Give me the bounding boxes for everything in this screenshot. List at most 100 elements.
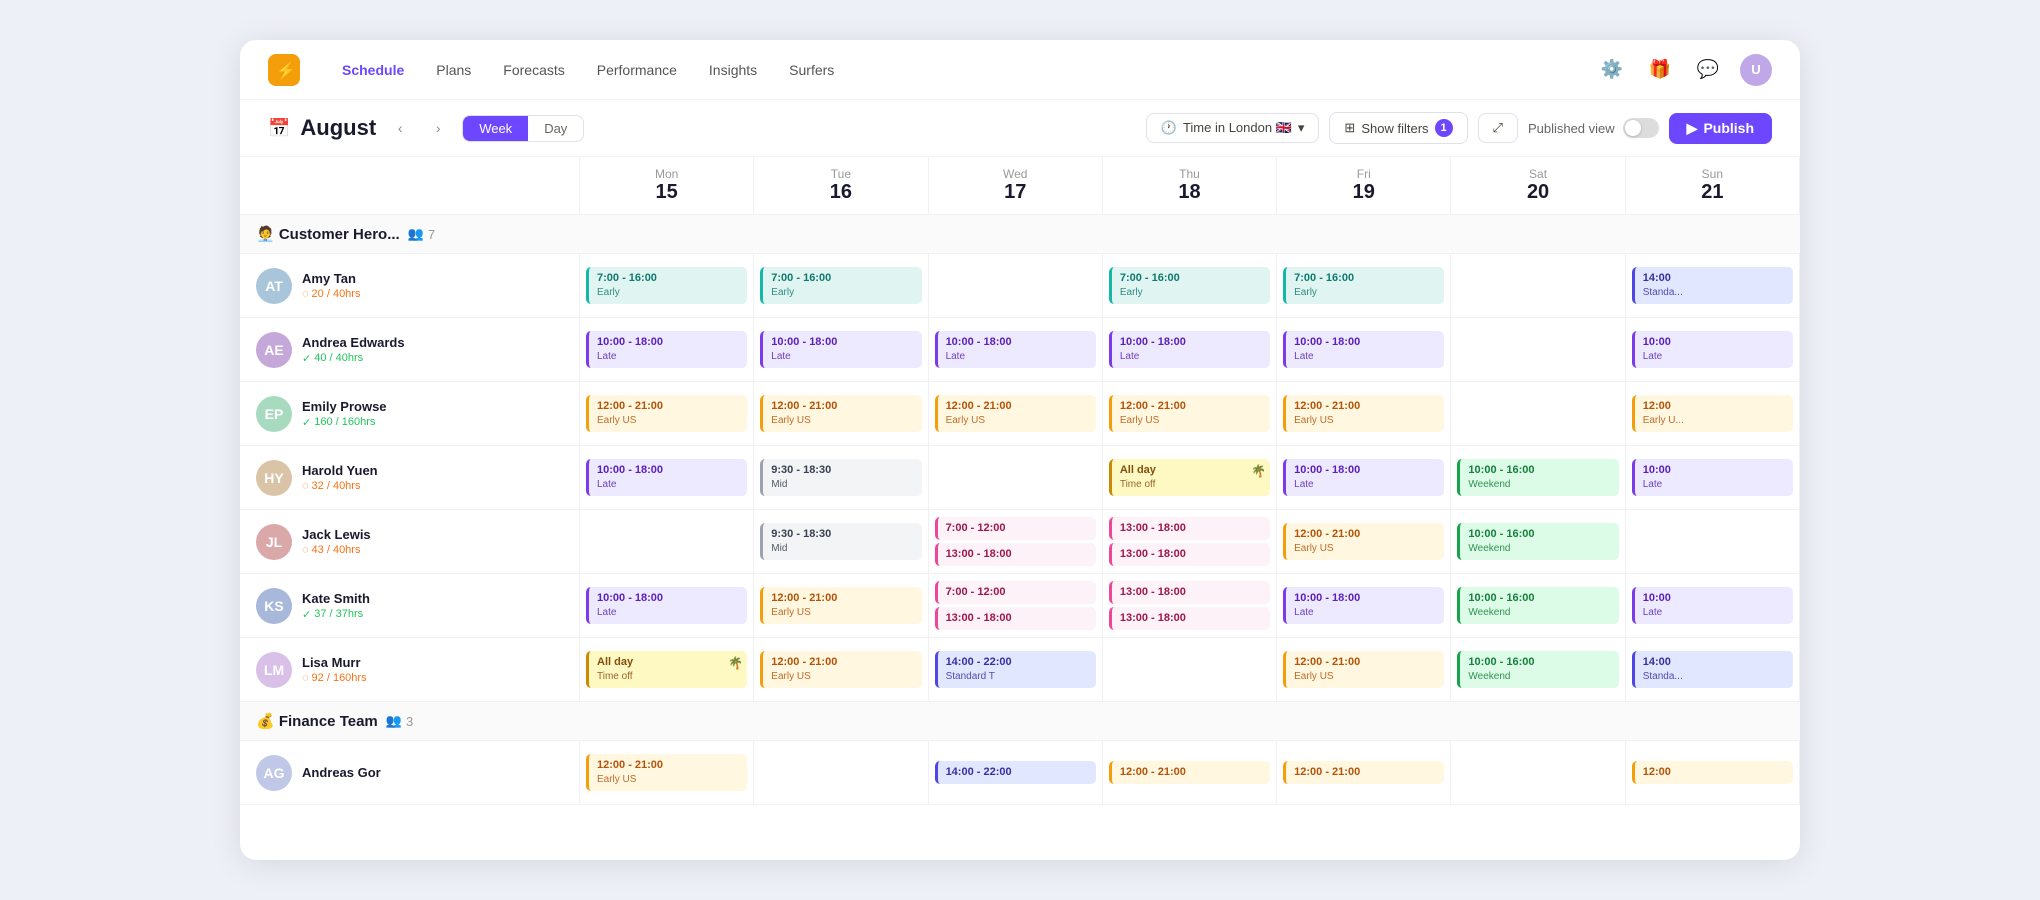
person-details-0-5: Kate Smith ✓ 37 / 37hrs (302, 591, 370, 621)
day-cell-0-0-3: 7:00 - 16:00Early (1103, 254, 1277, 317)
nav-schedule[interactable]: Schedule (328, 56, 418, 84)
day-cell-0-2-6: 12:00Early U... (1626, 382, 1800, 445)
person-name-0-6: Lisa Murr (302, 655, 367, 670)
nav-right: ⚙️ 🎁 💬 U (1596, 54, 1772, 86)
shift-block[interactable]: 10:00Late (1632, 587, 1793, 624)
shift-block[interactable]: 10:00 - 18:00Late (935, 331, 1096, 368)
shift-block[interactable]: 14:00Standa... (1632, 267, 1793, 304)
day-cell-0-6-5: 10:00 - 16:00Weekend (1451, 638, 1625, 701)
shift-block[interactable]: 10:00Late (1632, 459, 1793, 496)
shift-block[interactable]: 14:00 - 22:00Standard T (935, 651, 1096, 688)
shift-block[interactable]: 10:00 - 16:00Weekend (1457, 459, 1618, 496)
shift-block[interactable]: 13:00 - 18:00 (1109, 581, 1270, 604)
shift-block[interactable]: 7:00 - 12:00 (935, 517, 1096, 540)
shift-block[interactable]: 12:00 - 21:00Early US (760, 395, 921, 432)
shift-block[interactable]: 9:30 - 18:30Mid (760, 459, 921, 496)
person-name-0-1: Andrea Edwards (302, 335, 405, 350)
shift-block[interactable]: 7:00 - 16:00Early (760, 267, 921, 304)
person-name-0-3: Harold Yuen (302, 463, 378, 478)
day-cell-0-5-2: 7:00 - 12:00 13:00 - 18:00 (929, 574, 1103, 637)
shift-block[interactable]: 10:00 - 16:00Weekend (1457, 587, 1618, 624)
shift-block[interactable]: 10:00 - 18:00Late (1283, 587, 1444, 624)
shift-block[interactable]: 12:00 - 21:00 (1283, 761, 1444, 784)
published-toggle-switch[interactable] (1623, 118, 1659, 138)
shift-block[interactable]: 12:00 - 21:00Early US (1283, 523, 1444, 560)
person-details-0-3: Harold Yuen ◌ 32 / 40hrs (302, 463, 378, 492)
shift-block[interactable]: 12:00 - 21:00Early US (586, 754, 747, 791)
person-hours-0-4: ◌ 43 / 40hrs (302, 544, 371, 556)
shift-block[interactable]: 12:00 - 21:00Early US (935, 395, 1096, 432)
shift-block[interactable]: 10:00 - 18:00Late (1109, 331, 1270, 368)
shift-block[interactable]: 10:00 - 18:00Late (586, 331, 747, 368)
hours-icon-0-4: ◌ (302, 544, 309, 556)
shift-block[interactable]: 13:00 - 18:00 (1109, 543, 1270, 566)
shift-block[interactable]: 7:00 - 16:00Early (1109, 267, 1270, 304)
shift-block[interactable]: 12:00 - 21:00Early US (586, 395, 747, 432)
person-avatar-1-0: AG (256, 755, 292, 791)
person-name-0-4: Jack Lewis (302, 527, 371, 542)
shift-block[interactable]: 10:00 - 18:00Late (1283, 331, 1444, 368)
shift-block[interactable]: 10:00 - 16:00Weekend (1457, 523, 1618, 560)
shift-block[interactable]: 12:00 - 21:00Early US (760, 651, 921, 688)
shift-block[interactable]: All dayTime off🌴 (1109, 459, 1270, 496)
svg-text:⚡: ⚡ (276, 61, 296, 80)
hours-icon-0-5: ✓ (302, 608, 311, 621)
nav-forecasts[interactable]: Forecasts (489, 56, 578, 84)
shift-block[interactable]: 9:30 - 18:30Mid (760, 523, 921, 560)
day-cell-0-0-1: 7:00 - 16:00Early (754, 254, 928, 317)
nav-performance[interactable]: Performance (583, 56, 691, 84)
help-icon[interactable]: 💬 (1692, 54, 1724, 86)
schedule-area: Mon 15 Tue 16 Wed 17 Thu 18 Fri 19 Sat 2… (240, 157, 1800, 860)
shift-block[interactable]: 12:00 - 21:00 (1109, 761, 1270, 784)
shift-block[interactable]: 13:00 - 18:00 (1109, 517, 1270, 540)
prev-month-button[interactable]: ‹ (386, 114, 414, 142)
shift-block[interactable]: 13:00 - 18:00 (935, 543, 1096, 566)
shift-block[interactable]: 12:00 - 21:00Early US (760, 587, 921, 624)
day-cell-0-5-4: 10:00 - 18:00Late (1277, 574, 1451, 637)
shift-block[interactable]: 12:00 - 21:00Early US (1109, 395, 1270, 432)
expand-button[interactable]: ⤢ (1478, 113, 1518, 143)
shift-block[interactable]: 7:00 - 16:00Early (586, 267, 747, 304)
shift-block[interactable]: 12:00 (1632, 761, 1793, 784)
person-hours-0-6: ◌ 92 / 160hrs (302, 672, 367, 684)
person-details-1-0: Andreas Gor (302, 765, 381, 780)
nav-plans[interactable]: Plans (422, 56, 485, 84)
day-cell-0-1-4: 10:00 - 18:00Late (1277, 318, 1451, 381)
shift-block[interactable]: 14:00 - 22:00 (935, 761, 1096, 784)
shift-block[interactable]: All dayTime off🌴 (586, 651, 747, 688)
day-cell-0-4-3: 13:00 - 18:00 13:00 - 18:00 (1103, 510, 1277, 573)
show-filters-button[interactable]: ⊞ Show filters 1 (1329, 112, 1467, 144)
shift-block[interactable]: 14:00Standa... (1632, 651, 1793, 688)
person-avatar-0-5: KS (256, 588, 292, 624)
shift-block[interactable]: 12:00 - 21:00Early US (1283, 651, 1444, 688)
publish-button[interactable]: ▶ Publish (1669, 113, 1772, 144)
shift-block[interactable]: 10:00 - 16:00Weekend (1457, 651, 1618, 688)
shift-block[interactable]: 12:00Early U... (1632, 395, 1793, 432)
timezone-label: Time in London 🇬🇧 (1183, 120, 1292, 136)
user-avatar[interactable]: U (1740, 54, 1772, 86)
hours-value-0-1: 40 / 40hrs (314, 352, 363, 364)
shift-block[interactable]: 13:00 - 18:00 (935, 607, 1096, 630)
nav-insights[interactable]: Insights (695, 56, 771, 84)
shift-block[interactable]: 10:00Late (1632, 331, 1793, 368)
week-view-button[interactable]: Week (463, 116, 528, 141)
shift-block[interactable]: 13:00 - 18:00 (1109, 607, 1270, 630)
nav-surfers[interactable]: Surfers (775, 56, 848, 84)
shift-block[interactable]: 10:00 - 18:00Late (760, 331, 921, 368)
shift-block[interactable]: 10:00 - 18:00Late (1283, 459, 1444, 496)
timezone-button[interactable]: 🕐 Time in London 🇬🇧 ▾ (1146, 113, 1320, 143)
day-cell-0-6-4: 12:00 - 21:00Early US (1277, 638, 1451, 701)
shift-block[interactable]: 7:00 - 12:00 (935, 581, 1096, 604)
day-cell-0-0-5 (1451, 254, 1625, 317)
shift-block[interactable]: 7:00 - 16:00Early (1283, 267, 1444, 304)
team-count-1: 👥 3 (386, 713, 413, 729)
next-month-button[interactable]: › (424, 114, 452, 142)
gift-icon[interactable]: 🎁 (1644, 54, 1676, 86)
shift-block[interactable]: 10:00 - 18:00Late (586, 459, 747, 496)
chevron-down-icon: ▾ (1298, 120, 1305, 136)
day-cell-0-3-2 (929, 446, 1103, 509)
day-view-button[interactable]: Day (528, 116, 583, 141)
settings-icon[interactable]: ⚙️ (1596, 54, 1628, 86)
shift-block[interactable]: 12:00 - 21:00Early US (1283, 395, 1444, 432)
shift-block[interactable]: 10:00 - 18:00Late (586, 587, 747, 624)
